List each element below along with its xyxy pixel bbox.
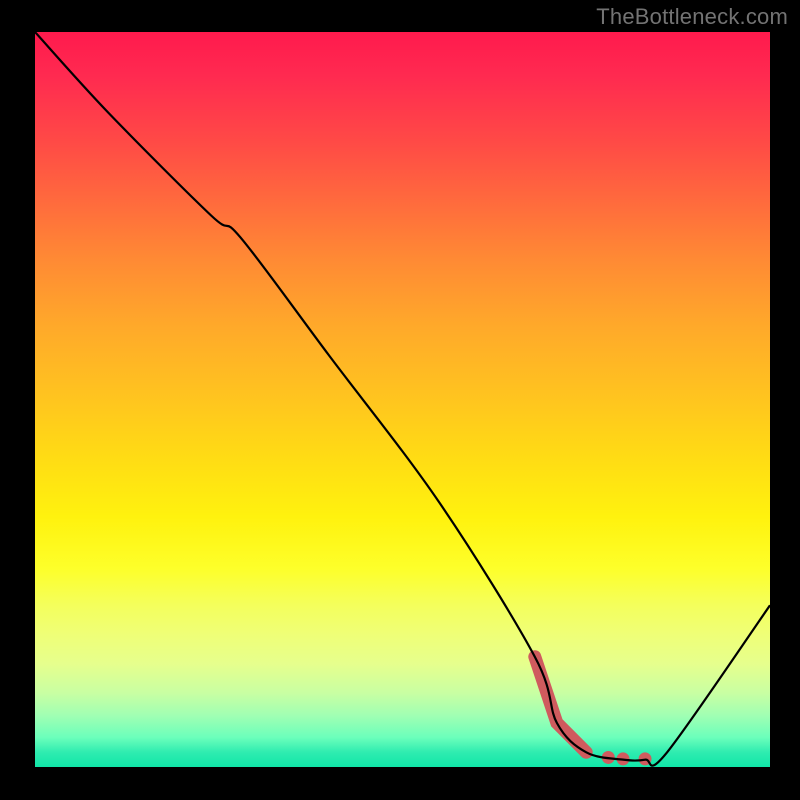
chart-stage: TheBottleneck.com xyxy=(0,0,800,800)
plot-area xyxy=(35,32,770,767)
attribution-label: TheBottleneck.com xyxy=(596,4,788,30)
bottleneck-curve xyxy=(35,32,770,766)
curves-layer xyxy=(35,32,770,767)
